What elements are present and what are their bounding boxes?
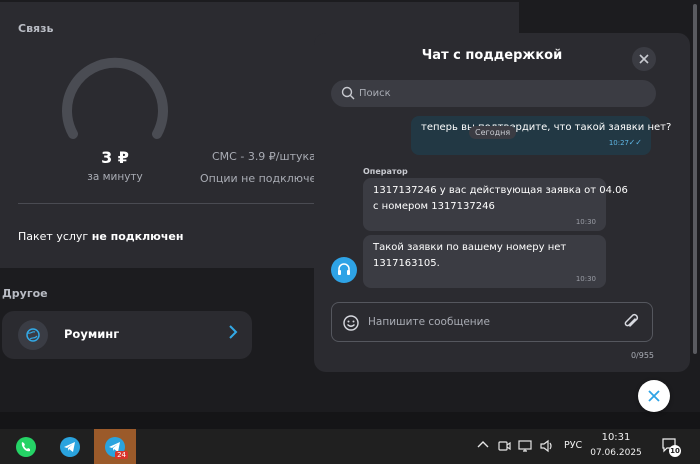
message-composer[interactable] xyxy=(331,302,653,342)
price-gauge xyxy=(62,57,168,139)
operator-avatar xyxy=(331,257,357,283)
telegram-icon xyxy=(60,436,80,457)
message-input[interactable] xyxy=(368,303,608,341)
clock-date[interactable]: 07.06.2025 xyxy=(590,448,642,458)
page-scrollbar[interactable] xyxy=(692,0,698,412)
outgoing-message-text: теперь вы подтвердите, что такой заявки … xyxy=(421,122,672,133)
support-chat-panel: Чат с поддержкой теперь вы подтвердите, … xyxy=(314,33,690,372)
connection-title: Связь xyxy=(18,22,54,35)
close-icon xyxy=(648,390,660,402)
roaming-label: Роуминг xyxy=(64,327,120,341)
chat-toggle-close-button[interactable] xyxy=(638,380,670,412)
clock-time[interactable]: 10:31 xyxy=(594,432,638,443)
service-packet: Пакет услуг не подключен xyxy=(18,230,183,243)
chevron-up-icon[interactable] xyxy=(477,439,489,452)
divider xyxy=(18,203,314,204)
options-status: Опции не подключены xyxy=(200,172,333,185)
taskbar-app-telegram[interactable] xyxy=(50,429,90,464)
scrollbar-thumb[interactable] xyxy=(693,4,697,354)
message-line: Такой заявки по вашему номеру нет xyxy=(373,242,567,253)
paperclip-icon[interactable] xyxy=(622,313,640,331)
operator-label: Оператор xyxy=(363,167,408,176)
other-section-title: Другое xyxy=(2,287,48,300)
message-line: с номером 1317137246 xyxy=(373,201,495,212)
chat-search[interactable] xyxy=(331,80,656,107)
search-input[interactable] xyxy=(359,80,639,107)
price-unit: за минуту xyxy=(87,171,143,183)
network-icon[interactable] xyxy=(517,439,533,456)
outgoing-message-time: 10:27 xyxy=(608,139,629,147)
headset-icon xyxy=(338,263,350,275)
date-badge: Сегодня xyxy=(469,126,517,139)
incoming-message: Такой заявки по вашему номеру нет 131716… xyxy=(363,235,606,288)
outgoing-message: теперь вы подтвердите, что такой заявки … xyxy=(411,116,671,155)
search-icon xyxy=(341,86,355,100)
screen: Связь 3 ₽ за минуту СМС - 3.9 ₽/штука Оп… xyxy=(0,0,700,464)
chat-close-button[interactable] xyxy=(632,47,656,71)
packet-label: Пакет услуг xyxy=(18,230,89,243)
incoming-message-time: 10:30 xyxy=(575,218,596,226)
notification-count: 10 xyxy=(669,445,681,457)
windows-taskbar: 24 РУС 10:31 07.06.2025 10 xyxy=(0,429,700,464)
incoming-message: 1317137246 у вас действующая заявка от 0… xyxy=(363,178,628,231)
chevron-right-icon xyxy=(228,324,238,343)
message-line: 1317137246 у вас действующая заявка от 0… xyxy=(373,185,628,196)
character-counter: 0/955 xyxy=(630,351,654,360)
whatsapp-icon xyxy=(16,436,36,457)
taskbar-app-whatsapp[interactable] xyxy=(6,429,46,464)
volume-icon[interactable] xyxy=(539,439,555,456)
unread-badge: 24 xyxy=(115,451,128,459)
roaming-item[interactable]: Роуминг xyxy=(2,311,252,359)
taskbar-app-telegram-active[interactable]: 24 xyxy=(94,429,136,464)
chat-title: Чат с поддержкой xyxy=(421,48,563,63)
incoming-message-time: 10:30 xyxy=(575,275,596,283)
sms-price: СМС - 3.9 ₽/штука xyxy=(212,150,316,163)
incoming-message-text: 1317137246 у вас действующая заявка от 0… xyxy=(373,183,628,215)
message-line: 1317163105. xyxy=(373,258,440,269)
packet-status: не подключен xyxy=(91,230,184,243)
page-bottom-strip xyxy=(0,412,700,429)
globe-icon xyxy=(18,320,48,350)
price-per-minute: 3 ₽ xyxy=(101,148,129,167)
emoji-icon[interactable] xyxy=(342,314,360,332)
language-indicator[interactable]: РУС xyxy=(564,440,582,451)
close-icon xyxy=(639,54,649,64)
meet-now-icon[interactable] xyxy=(497,439,511,456)
incoming-message-text: Такой заявки по вашему номеру нет 131716… xyxy=(373,240,566,272)
double-check-icon: ✓✓ xyxy=(628,138,642,147)
